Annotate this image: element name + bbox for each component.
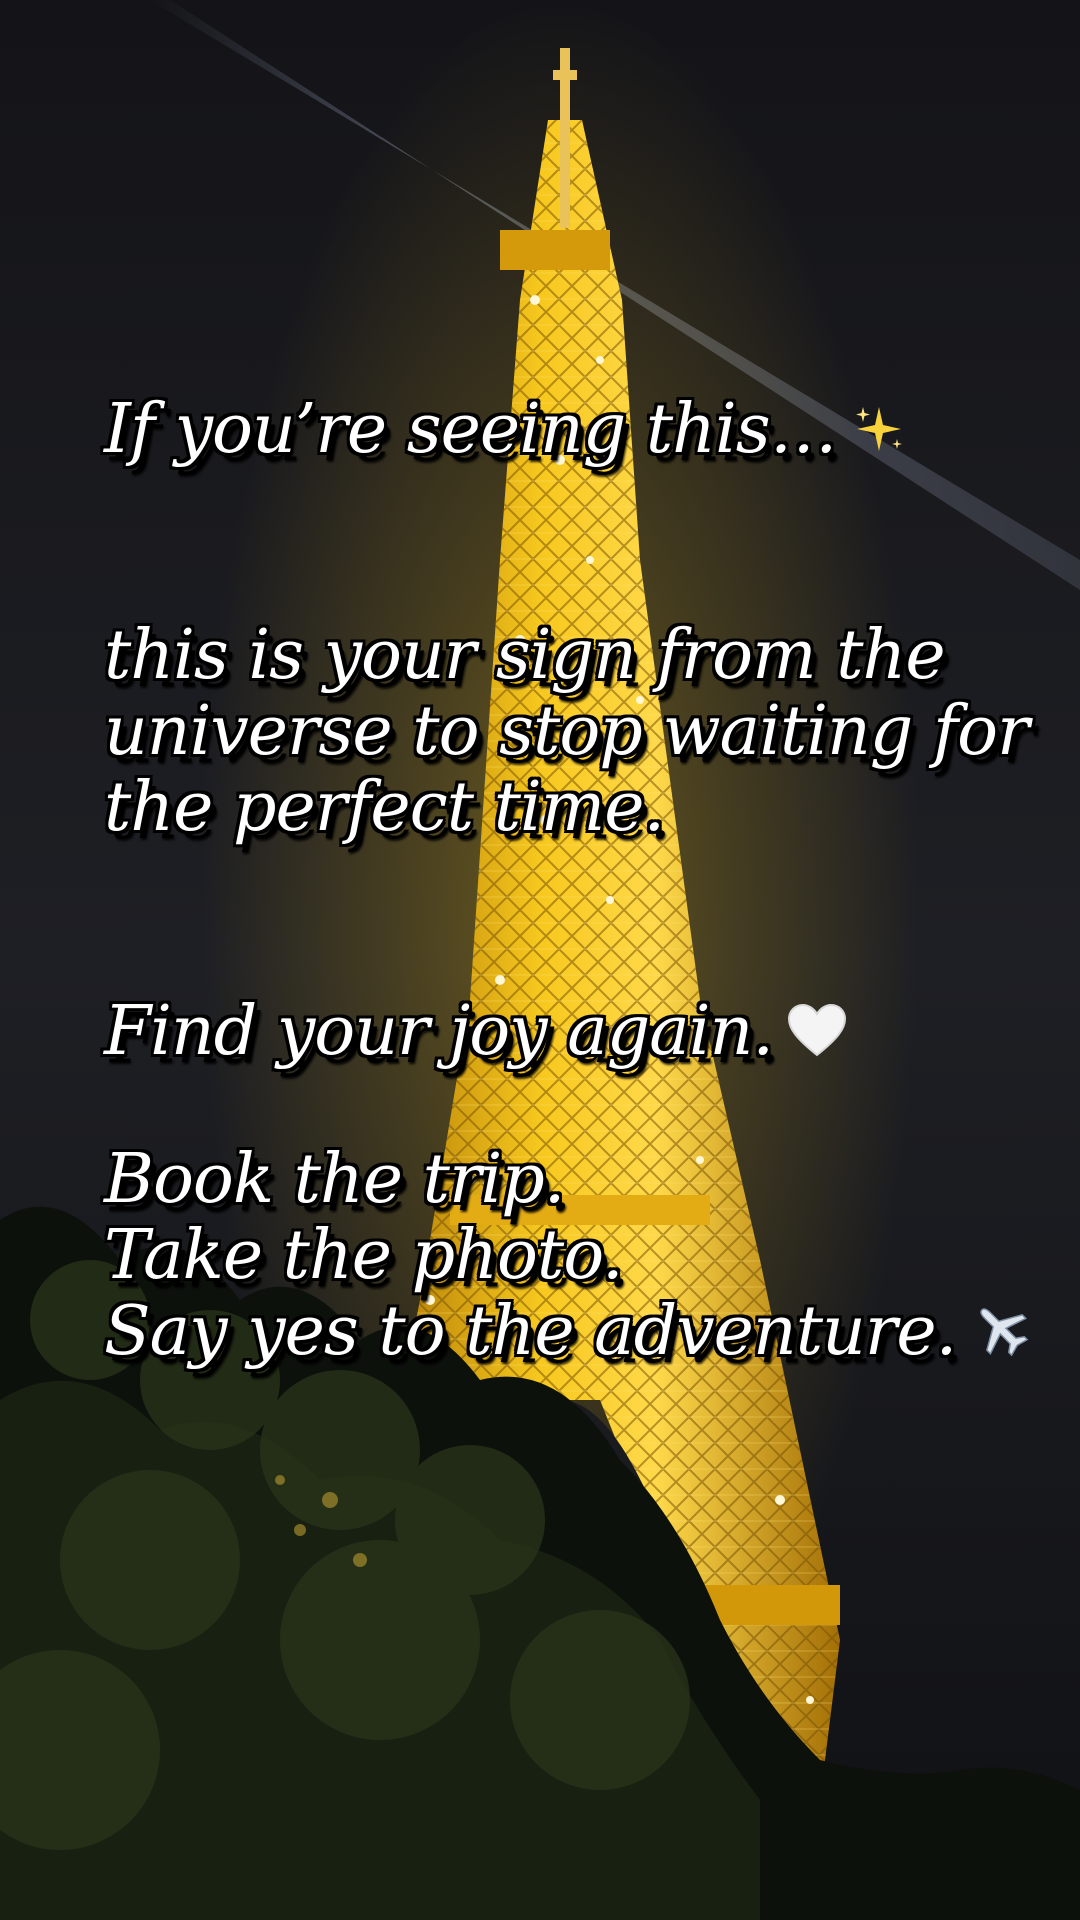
- paragraph-line: this is your sign from the: [104, 616, 946, 695]
- headline-line: If you’re seeing this…: [104, 392, 907, 473]
- paragraph-line: the perfect time.: [104, 768, 665, 847]
- joy-line: Find your joy again.: [104, 994, 847, 1075]
- paragraph-line: Book the trip.: [104, 1140, 565, 1219]
- white-heart-icon: [787, 999, 847, 1075]
- adventure-line: Say yes to the adventure.: [104, 1294, 1032, 1376]
- sign-paragraph: this is your sign from the universe to s…: [104, 616, 1030, 847]
- airplane-icon: [970, 1298, 1032, 1376]
- eiffel-tower-night-photo: [0, 0, 1080, 1920]
- story-canvas: If you’re seeing this… this is your sign…: [0, 0, 1080, 1920]
- headline-text: If you’re seeing this…: [104, 392, 907, 473]
- joy-text: Find your joy again.: [104, 994, 847, 1075]
- paragraph-line: universe to stop waiting for: [104, 692, 1030, 771]
- sparkles-icon: [851, 397, 907, 473]
- adventure-paragraph: Book the trip. Take the photo. Say yes t…: [104, 1142, 1032, 1376]
- paragraph-line: Take the photo.: [104, 1216, 624, 1295]
